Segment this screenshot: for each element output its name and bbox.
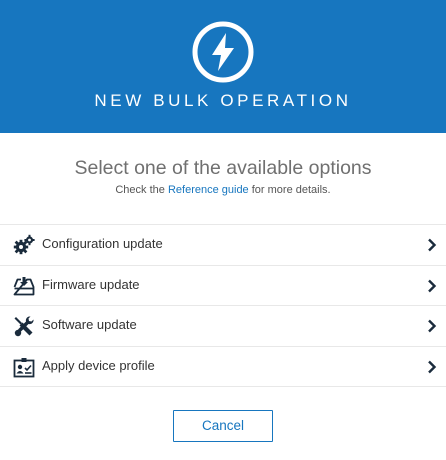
hint-text: Check the Reference guide for more detai… [0,184,446,196]
option-configuration-update[interactable]: Configuration update [0,225,446,266]
option-label: Firmware update [42,276,140,292]
option-label: Software update [42,317,137,332]
option-software-update[interactable]: Software update [0,306,446,347]
reference-guide-link[interactable]: Reference guide [168,184,249,196]
hint-prefix: Check the [115,184,165,196]
device-profile-icon [13,357,35,377]
firmware-download-icon [13,276,35,295]
hint-suffix: for more details. [251,184,331,196]
cancel-button[interactable]: Cancel [173,410,273,442]
chevron-right-icon [428,279,437,292]
lightning-bolt-icon [192,21,254,83]
software-tools-icon [14,316,34,337]
chevron-right-icon [428,360,437,373]
options-list: Configuration update Firmware update Sof… [0,224,446,387]
page-subtitle: Select one of the available options [74,157,372,179]
chevron-right-icon [428,238,437,252]
option-label: Apply device profile [42,357,155,373]
chevron-right-icon [428,319,437,333]
option-apply-device-profile[interactable]: Apply device profile [0,347,446,387]
option-firmware-update[interactable]: Firmware update [0,266,446,306]
dialog-title: NEW BULK OPERATION [94,91,352,110]
dialog-header: NEW BULK OPERATION [0,0,446,133]
gears-icon [13,234,35,255]
option-label: Configuration update [42,236,163,251]
